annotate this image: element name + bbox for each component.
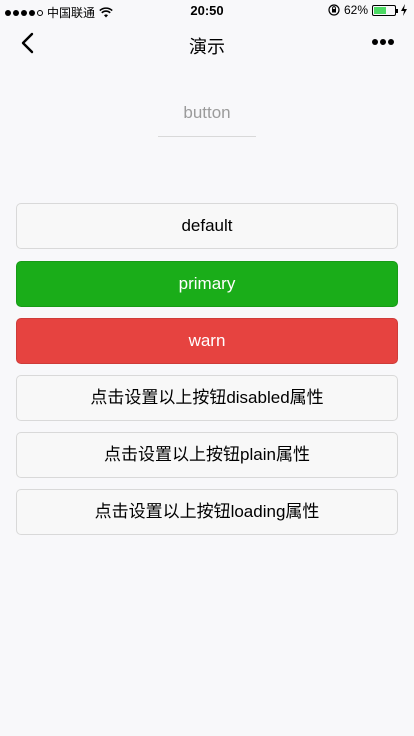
charging-icon xyxy=(401,4,407,16)
status-right: 62% xyxy=(328,3,408,17)
status-bar: 中国联通 20:50 62% xyxy=(0,0,414,22)
warn-button[interactable]: warn xyxy=(16,318,398,364)
battery-icon xyxy=(372,4,398,16)
section-label: button xyxy=(158,103,256,137)
page-title: 演示 xyxy=(189,37,225,57)
battery-percent: 62% xyxy=(343,3,368,17)
toggle-plain-button[interactable]: 点击设置以上按钮plain属性 xyxy=(16,432,398,478)
nav-bar: 演示 xyxy=(0,22,414,66)
primary-button[interactable]: primary xyxy=(16,261,398,307)
orientation-lock-icon xyxy=(328,4,340,16)
toggle-loading-button[interactable]: 点击设置以上按钮loading属性 xyxy=(16,489,398,535)
toggle-disabled-button[interactable]: 点击设置以上按钮disabled属性 xyxy=(16,375,398,421)
more-icon[interactable] xyxy=(372,39,394,47)
default-button[interactable]: default xyxy=(16,203,398,249)
battery-fill xyxy=(374,6,387,14)
